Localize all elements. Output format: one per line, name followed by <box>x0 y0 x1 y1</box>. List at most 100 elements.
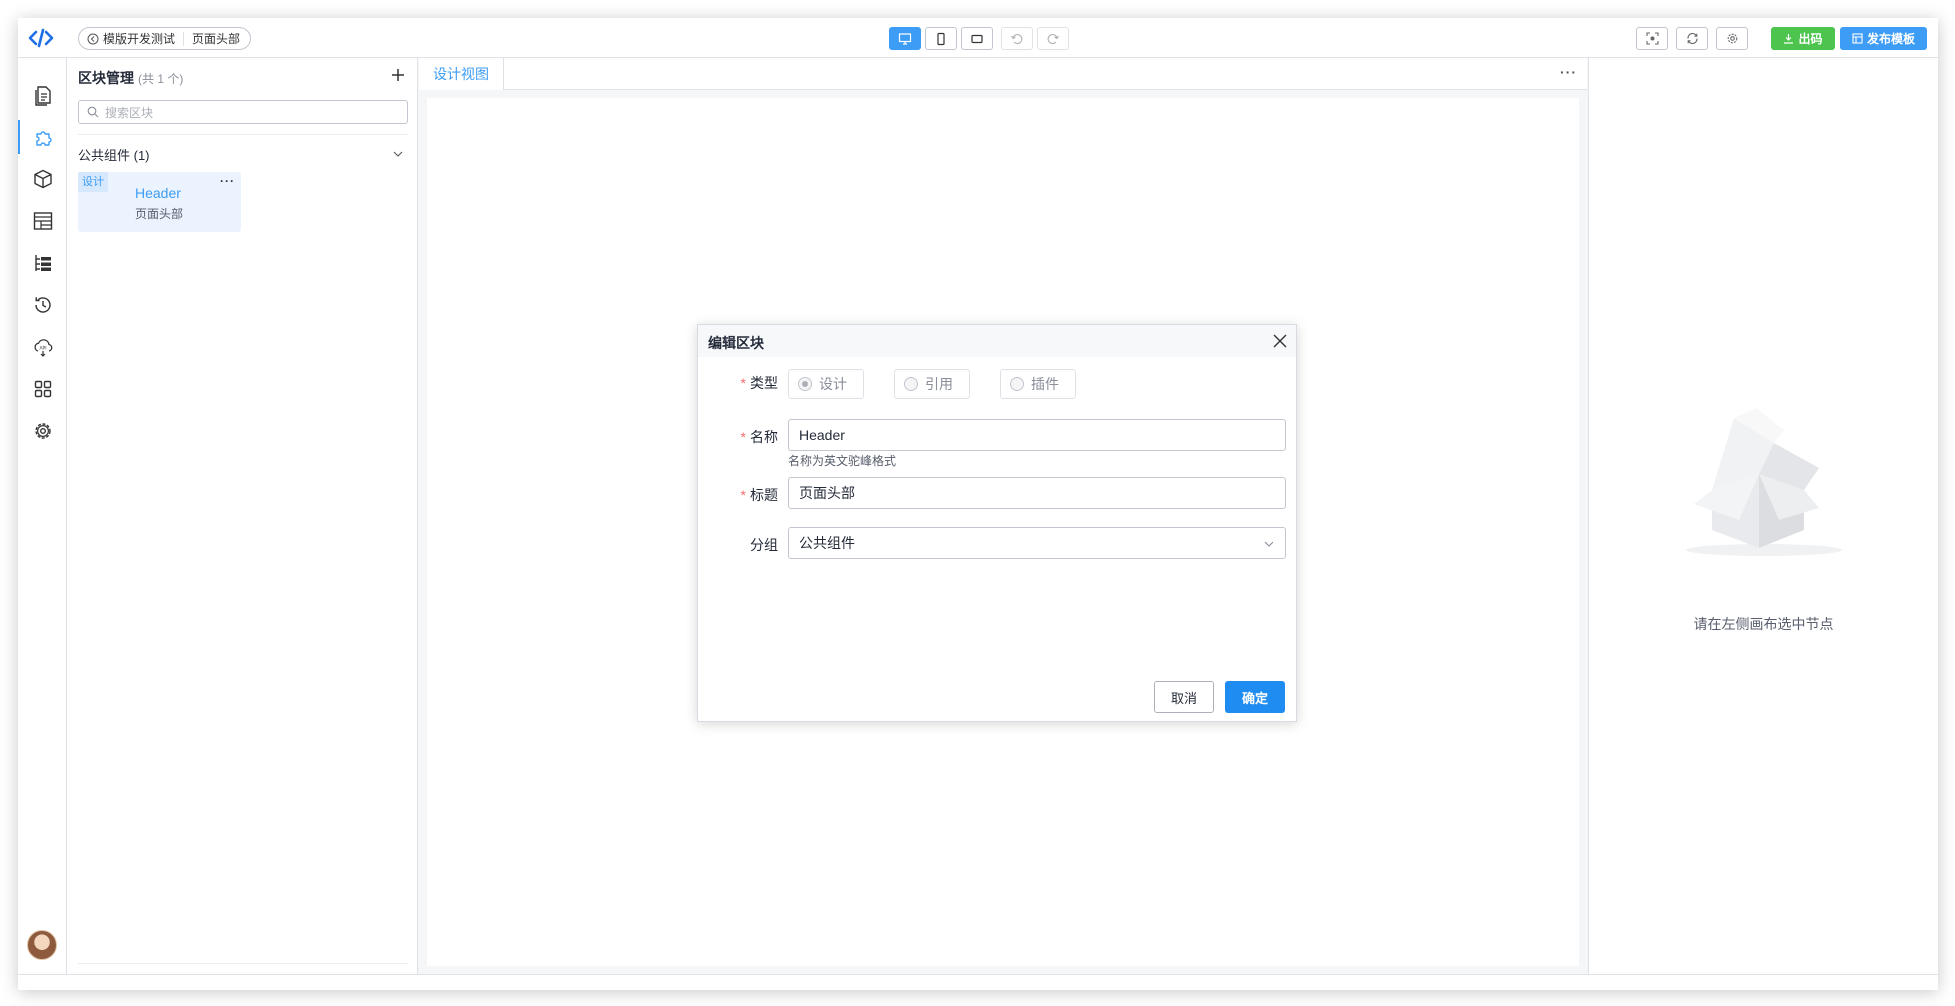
screenshot-button[interactable] <box>1636 27 1668 50</box>
svg-text:API: API <box>39 346 46 352</box>
edit-block-dialog: 编辑区块 *类型 设计 引用 插件 *名称 Header 名称为英文驼峰格式 <box>697 324 1297 722</box>
activity-rail: API <box>18 58 67 974</box>
block-search-input[interactable]: 搜索区块 <box>78 100 408 124</box>
refresh-button[interactable] <box>1676 27 1708 50</box>
mobile-view-button[interactable] <box>961 27 993 50</box>
settings-button[interactable] <box>1716 27 1748 50</box>
group-title: 公共组件 (1) <box>78 147 150 163</box>
radio-unchecked-icon <box>904 377 918 391</box>
back-icon[interactable] <box>87 33 99 45</box>
publish-template-button[interactable]: 发布模板 <box>1840 27 1927 50</box>
name-input[interactable]: Header <box>788 419 1286 451</box>
breadcrumb[interactable]: 模版开发测试 页面头部 <box>78 27 252 50</box>
group-label: 分组 <box>750 537 778 553</box>
radio-design[interactable]: 设计 <box>788 369 864 399</box>
block-management-panel: 区块管理 (共 1 个) 搜索区块 公共组件 (1) 设计 ··· Header … <box>67 58 418 974</box>
radio-reference[interactable]: 引用 <box>894 369 970 399</box>
radio-plugin-label: 插件 <box>1031 376 1059 392</box>
canvas-tabbar: 设计视图 ··· <box>419 58 1587 90</box>
required-asterisk: * <box>740 429 746 445</box>
rail-history[interactable] <box>18 288 67 322</box>
more-icon[interactable]: ··· <box>220 174 235 188</box>
dialog-title: 编辑区块 <box>708 335 764 351</box>
block-tag: 设计 <box>78 172 108 192</box>
undo-button[interactable] <box>1001 27 1033 50</box>
outline-tree-icon <box>34 255 51 271</box>
form-row-title: * 标题 页面头部 <box>698 477 1296 509</box>
page-icon <box>34 86 51 106</box>
radio-plugin[interactable]: 插件 <box>1000 369 1076 399</box>
required-asterisk: * <box>740 487 746 503</box>
apps-icon <box>34 380 51 398</box>
radio-unchecked-icon <box>1010 377 1024 391</box>
template-icon <box>1852 33 1863 44</box>
api-cloud-icon: API <box>33 339 52 357</box>
settings-icon <box>34 423 51 439</box>
breadcrumb-app[interactable]: 模版开发测试 <box>103 30 175 47</box>
rail-blocks[interactable] <box>18 120 67 154</box>
rail-apps[interactable] <box>18 372 67 406</box>
history-icon <box>34 297 51 313</box>
chevron-down-icon <box>1264 541 1274 547</box>
form-row-type: * 类型 设计 引用 插件 <box>698 365 1296 399</box>
refresh-icon <box>1686 32 1698 45</box>
block-card-header[interactable]: 设计 ··· Header 页面头部 <box>78 172 241 232</box>
redo-button[interactable] <box>1037 27 1069 50</box>
rail-layout[interactable] <box>18 204 67 238</box>
search-icon <box>87 106 99 118</box>
name-label-text: 名称 <box>750 429 778 445</box>
block-count: (共 1 个) <box>138 72 184 86</box>
rail-api[interactable]: API <box>18 330 67 364</box>
rail-pages[interactable] <box>18 78 67 112</box>
desktop-view-button[interactable] <box>889 27 921 50</box>
form-row-name: * 名称 Header <box>698 419 1296 451</box>
rail-components[interactable] <box>18 162 67 196</box>
gear-icon <box>1727 33 1737 44</box>
search-placeholder: 搜索区块 <box>105 105 154 120</box>
export-code-button[interactable]: 出码 <box>1771 27 1835 50</box>
cancel-button[interactable]: 取消 <box>1154 681 1214 713</box>
properties-panel: 请在左侧画布选中节点 <box>1588 58 1938 974</box>
required-asterisk: * <box>740 375 746 391</box>
confirm-button[interactable]: 确定 <box>1225 681 1285 713</box>
undo-icon <box>1011 33 1023 44</box>
redo-icon <box>1047 33 1059 44</box>
tablet-view-button[interactable] <box>925 27 957 50</box>
type-label: * 类型 <box>741 373 778 393</box>
more-icon[interactable]: ··· <box>1560 64 1577 80</box>
export-code-label: 出码 <box>1798 32 1823 46</box>
cube-icon <box>33 169 52 189</box>
title-label-text: 标题 <box>750 487 778 503</box>
panel-title: 区块管理 (共 1 个) <box>78 68 183 88</box>
landscape-icon <box>971 34 983 43</box>
add-block-icon[interactable] <box>389 66 407 84</box>
block-name: Header <box>135 185 181 201</box>
device-switcher <box>889 27 1069 50</box>
status-bar <box>18 974 1938 990</box>
close-icon[interactable] <box>1272 333 1288 349</box>
focus-icon <box>1645 32 1659 45</box>
layout-icon <box>33 212 52 230</box>
dialog-header: 编辑区块 <box>698 325 1296 357</box>
rail-outline[interactable] <box>18 246 67 280</box>
download-icon <box>1784 34 1794 44</box>
panel-title-text: 区块管理 <box>78 70 134 86</box>
breadcrumb-page[interactable]: 页面头部 <box>192 30 240 47</box>
form-row-group: 分组 公共组件 <box>698 527 1296 559</box>
publish-template-label: 发布模板 <box>1866 32 1915 46</box>
rail-settings[interactable] <box>18 414 67 448</box>
chevron-down-icon[interactable] <box>392 148 404 160</box>
divider <box>78 134 408 135</box>
radio-design-label: 设计 <box>819 376 847 392</box>
name-label: * 名称 <box>741 427 778 447</box>
tab-design-view[interactable]: 设计视图 <box>419 58 504 90</box>
group-header-public[interactable]: 公共组件 (1) <box>78 144 408 164</box>
code-logo-icon[interactable] <box>28 26 54 50</box>
group-select[interactable]: 公共组件 <box>788 527 1286 559</box>
radio-checked-icon <box>798 377 812 391</box>
group-select-value: 公共组件 <box>799 535 855 551</box>
title-label: * 标题 <box>741 485 778 505</box>
user-avatar[interactable] <box>27 930 57 960</box>
tablet-icon <box>937 32 945 45</box>
title-input[interactable]: 页面头部 <box>788 477 1286 509</box>
